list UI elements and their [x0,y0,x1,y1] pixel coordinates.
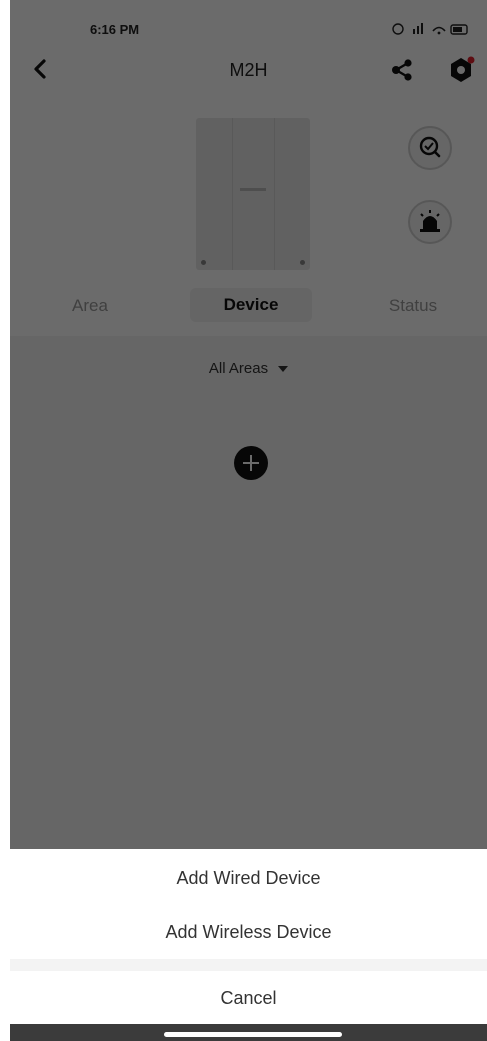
add-wireless-device-option[interactable]: Add Wireless Device [10,922,487,943]
device-screw [201,260,206,265]
chevron-down-icon [278,366,289,373]
detect-button[interactable] [408,126,452,170]
tab-bar: Area Device Status [10,280,487,336]
device-seam [274,118,275,270]
share-icon[interactable] [388,56,416,84]
tab-area[interactable]: Area [60,296,120,316]
cancel-button[interactable]: Cancel [10,988,487,1009]
nav-bar: M2H [10,50,487,92]
system-status-icons [391,22,471,39]
add-wired-device-option[interactable]: Add Wired Device [10,868,487,889]
device-seam [232,118,233,270]
add-device-button[interactable] [234,446,268,480]
divider [10,959,487,971]
notification-dot [467,56,475,64]
system-icons-svg [392,23,468,35]
app-content: 6:16 PM M2H Area Device Status All Areas [10,0,487,849]
alarm-button[interactable] [408,200,452,244]
device-hero [10,92,487,280]
screen: 6:16 PM M2H Area Device Status All Areas… [10,0,487,1041]
siren-icon [420,210,440,232]
status-time: 6:16 PM [90,22,140,37]
device-image [196,118,310,270]
tab-device[interactable]: Device [190,288,312,322]
area-filter-dropdown[interactable]: All Areas [10,360,487,377]
search-check-icon [419,136,441,158]
home-indicator[interactable] [164,1032,342,1037]
gear-icon[interactable] [445,54,477,86]
device-screw [300,260,305,265]
area-filter-label: All Areas [208,360,269,377]
tab-status[interactable]: Status [378,296,448,316]
action-sheet: Add Wired Device Add Wireless Device Can… [10,849,487,1041]
device-brand-mark [240,188,266,191]
